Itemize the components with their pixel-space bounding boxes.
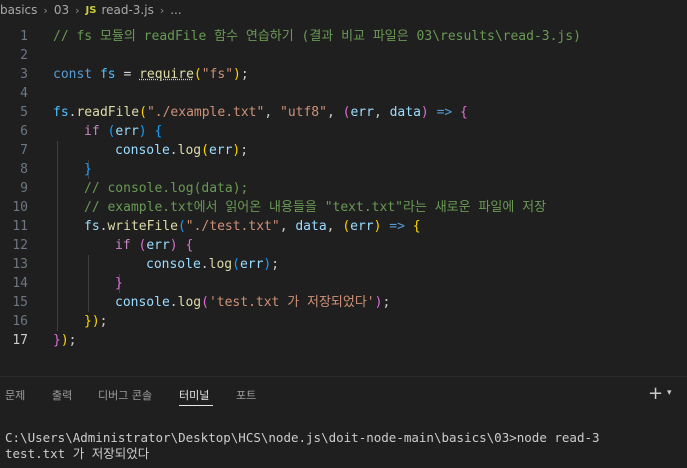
line-number: 9 [20,181,28,196]
chevron-down-icon[interactable]: ▾ [667,388,672,398]
code-line: 6 if (err) { [0,122,687,141]
line-number: 7 [20,143,28,158]
line-number: 5 [20,105,28,120]
code-line: 13 console.log(err); [0,255,687,274]
code-text: } [115,276,123,291]
line-number: 3 [20,67,28,82]
javascript-file-icon: JS [85,4,97,16]
line-number: 2 [20,48,28,63]
tab-problems[interactable]: 문제 [5,387,25,403]
chevron-right-icon: › [75,3,80,17]
breadcrumb-folder-basics[interactable]: basics [0,3,37,17]
code-line: 15 console.log('test.txt 가 저장되었다'); [0,293,687,312]
code-text: fs.writeFile("./test.txt", data, (err) =… [84,219,421,234]
code-text: fs.readFile("./example.txt", "utf8", (er… [53,105,468,120]
plus-icon[interactable]: + [648,383,663,404]
line-number: 11 [12,219,28,234]
code-text: if (err) { [115,238,194,253]
tab-ports[interactable]: 포트 [236,387,256,403]
line-number: 1 [20,29,28,44]
breadcrumb: basics › 03 › JS read-3.js › ... [0,0,687,20]
code-line: 2 [0,46,687,65]
code-text: if (err) { [84,124,163,139]
terminal-output-line: test.txt 가 저장되었다 [5,446,150,461]
code-line: 16 }); [0,312,687,331]
code-line: 7 console.log(err); [0,141,687,160]
code-text: // example.txt에서 읽어온 내용들을 "text.txt"라는 새… [84,200,547,215]
active-tab-indicator [179,405,213,406]
code-line: 5 fs.readFile("./example.txt", "utf8", (… [0,103,687,122]
line-number: 17 [12,333,28,348]
line-number: 10 [12,200,28,215]
chevron-right-icon: › [159,3,165,17]
code-text: const fs = require("fs"); [53,67,249,82]
code-line: 14 } [0,274,687,293]
bottom-panel: 문제 출력 디버그 콘솔 터미널 포트 + ▾ C:\Users\Adminis… [0,376,687,468]
panel-tabs: 문제 출력 디버그 콘솔 터미널 포트 + ▾ [0,377,687,411]
code-line: 1 // fs 모듈의 readFile 함수 연습하기 (결과 비교 파일은 … [0,27,687,46]
chevron-right-icon: › [43,3,48,17]
code-line: 11 fs.writeFile("./test.txt", data, (err… [0,217,687,236]
line-number: 8 [20,162,28,177]
code-line: 10 // example.txt에서 읽어온 내용들을 "text.txt"라… [0,198,687,217]
code-line: 12 if (err) { [0,236,687,255]
line-number: 4 [20,86,28,101]
breadcrumb-more[interactable]: ... [170,3,181,17]
breadcrumb-file[interactable]: read-3.js [101,3,153,17]
code-line-active: 17 }); [0,331,687,350]
tab-debug-console[interactable]: 디버그 콘솔 [98,387,152,403]
code-text: console.log(err); [146,257,280,272]
code-text: }); [84,314,108,329]
code-line: 8 } [0,160,687,179]
code-line: 3 const fs = require("fs"); [0,65,687,84]
code-editor[interactable]: 1 // fs 모듈의 readFile 함수 연습하기 (결과 비교 파일은 … [0,27,687,357]
code-text: // fs 모듈의 readFile 함수 연습하기 (결과 비교 파일은 03… [53,29,581,44]
code-line: 4 [0,84,687,103]
line-number: 16 [12,314,28,329]
code-text: } [84,162,92,177]
line-number: 14 [12,276,28,291]
code-text: }); [53,333,77,348]
tab-terminal[interactable]: 터미널 [179,387,209,403]
code-text: console.log('test.txt 가 저장되었다'); [115,295,391,310]
tab-output[interactable]: 출력 [52,387,72,403]
code-text: // console.log(data); [84,181,249,196]
code-text: console.log(err); [115,143,249,158]
line-number: 15 [12,295,28,310]
line-number: 13 [12,257,28,272]
line-number: 12 [12,238,28,253]
breadcrumb-folder-03[interactable]: 03 [54,3,69,17]
code-line: 9 // console.log(data); [0,179,687,198]
line-number: 6 [20,124,28,139]
